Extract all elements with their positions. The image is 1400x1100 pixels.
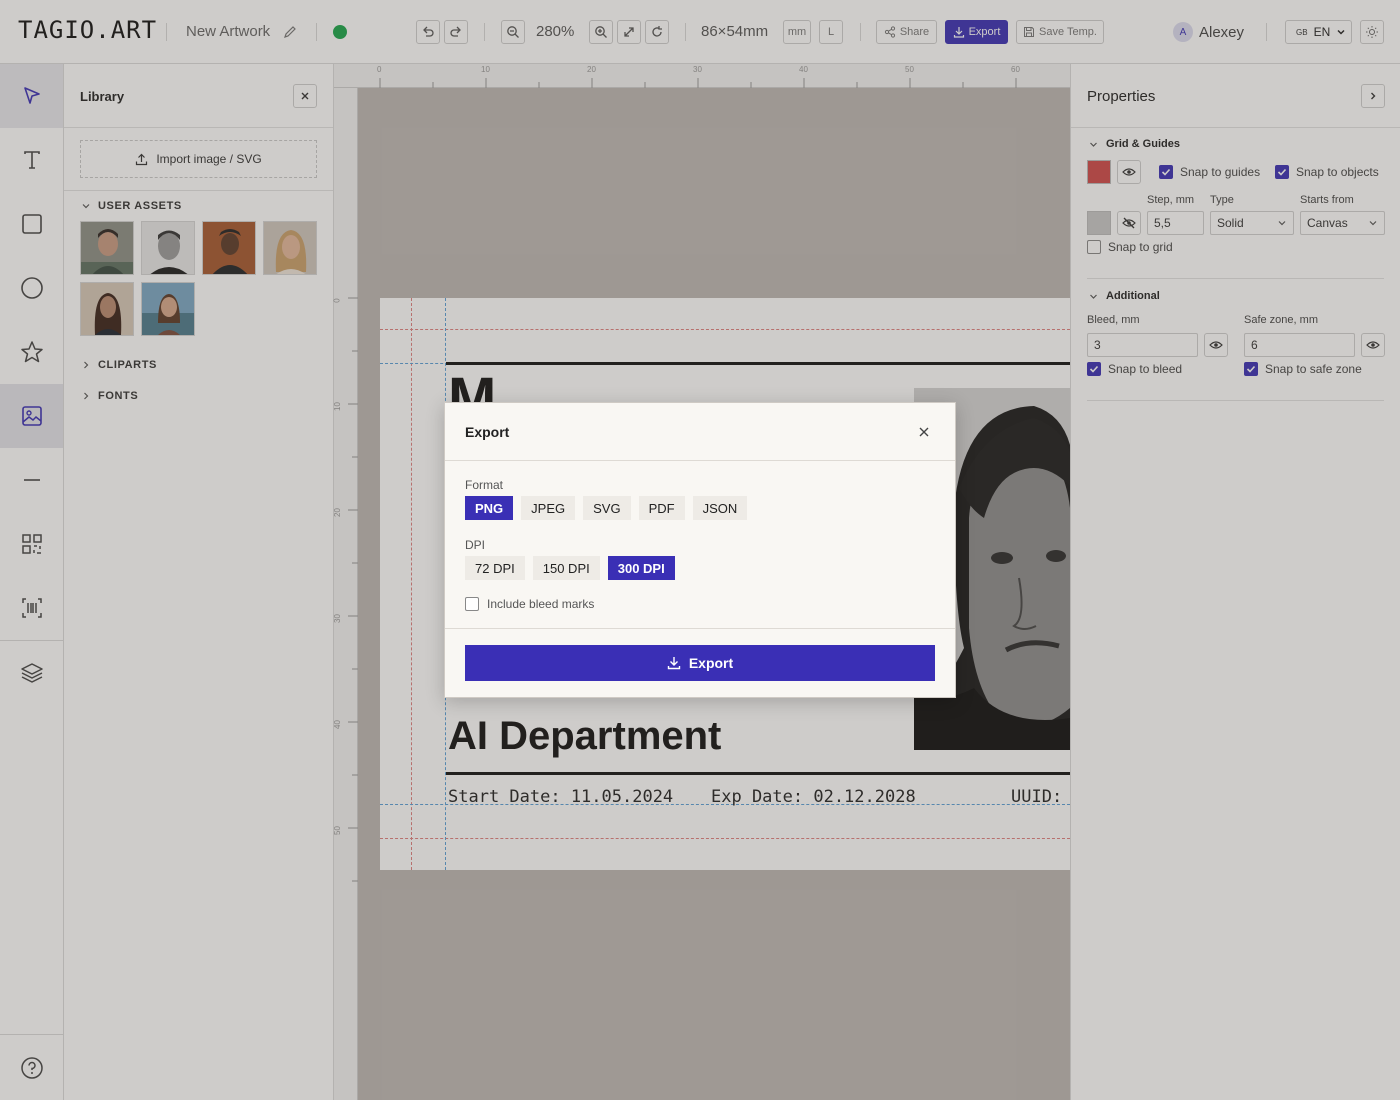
format-svg[interactable]: SVG bbox=[583, 496, 631, 520]
divider bbox=[445, 628, 955, 629]
export-dialog: Export Format PNG JPEG SVG PDF JSON DPI … bbox=[444, 402, 956, 698]
format-pdf[interactable]: PDF bbox=[638, 496, 685, 520]
close-icon bbox=[919, 427, 929, 437]
bleed-marks-option[interactable]: Include bleed marks bbox=[465, 597, 594, 611]
format-label: Format bbox=[465, 478, 504, 492]
dpi-label: DPI bbox=[465, 538, 486, 552]
confirm-export-button[interactable]: Export bbox=[465, 645, 935, 681]
divider bbox=[445, 460, 955, 461]
dpi-72[interactable]: 72 DPI bbox=[465, 556, 525, 580]
close-dialog-button[interactable] bbox=[915, 423, 933, 441]
dialog-title: Export bbox=[465, 424, 510, 440]
bleed-marks-label: Include bleed marks bbox=[487, 597, 595, 611]
format-options: PNG JPEG SVG PDF JSON bbox=[465, 496, 748, 520]
bleed-marks-checkbox[interactable] bbox=[465, 597, 479, 611]
format-json[interactable]: JSON bbox=[692, 496, 748, 520]
download-icon bbox=[667, 657, 681, 670]
dpi-options: 72 DPI 150 DPI 300 DPI bbox=[465, 556, 675, 580]
format-png[interactable]: PNG bbox=[465, 496, 514, 520]
dpi-300[interactable]: 300 DPI bbox=[607, 556, 675, 580]
dpi-150[interactable]: 150 DPI bbox=[532, 556, 600, 580]
confirm-export-label: Export bbox=[688, 655, 734, 671]
format-jpeg[interactable]: JPEG bbox=[521, 496, 576, 520]
